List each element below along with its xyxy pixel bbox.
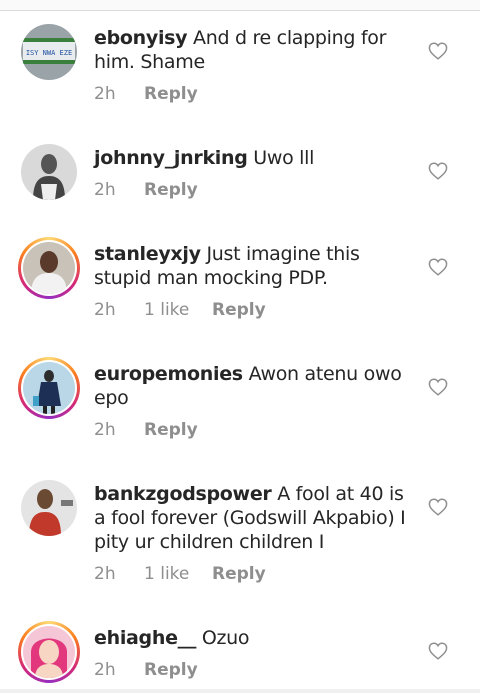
comment-username[interactable]: stanleyxjy — [94, 243, 201, 265]
comment-text: stanleyxjy Just imagine this stupid man … — [94, 242, 412, 290]
comment-meta: 2h Reply — [94, 660, 198, 680]
reply-button[interactable]: Reply — [212, 564, 266, 584]
comment-text: ehiaghe__ Ozuo — [94, 626, 412, 650]
comment-text: ebonyisy And d re clapping for him. Sham… — [94, 26, 412, 74]
avatar[interactable] — [18, 237, 80, 299]
reply-button[interactable]: Reply — [144, 84, 198, 104]
comment-time: 2h — [94, 180, 116, 200]
heart-outline-icon[interactable] — [428, 642, 448, 660]
heart-outline-icon[interactable] — [428, 162, 448, 180]
heart-outline-icon[interactable] — [428, 258, 448, 276]
comment-meta: 2h Reply — [94, 84, 198, 104]
reply-button[interactable]: Reply — [144, 180, 198, 200]
comment-meta: 2h 1 like Reply — [94, 564, 266, 584]
avatar[interactable] — [21, 480, 77, 536]
avatar[interactable] — [21, 144, 77, 200]
avatar[interactable] — [18, 621, 80, 683]
comment-meta: 2h Reply — [94, 180, 198, 200]
reply-button[interactable]: Reply — [212, 300, 266, 320]
heart-outline-icon[interactable] — [428, 42, 448, 60]
comment-username[interactable]: ebonyisy — [94, 27, 188, 49]
reply-button[interactable]: Reply — [144, 660, 198, 680]
comment-username[interactable]: johnny_jnrking — [94, 147, 248, 169]
comment-text: bankzgodspower A fool at 40 is a fool fo… — [94, 482, 412, 554]
comment-time: 2h — [94, 420, 116, 440]
comment-meta: 2h 1 like Reply — [94, 300, 266, 320]
comment-username[interactable]: bankzgodspower — [94, 483, 272, 505]
comment-body: Uwo lll — [253, 147, 315, 169]
comment-time: 2h — [94, 564, 116, 584]
comment-time: 2h — [94, 660, 116, 680]
reply-button[interactable]: Reply — [144, 420, 198, 440]
comment-username[interactable]: europemonies — [94, 363, 243, 385]
avatar[interactable]: ISY NWA EZE — [21, 24, 77, 80]
comment-meta: 2h Reply — [94, 420, 198, 440]
comment-body: Ozuo — [201, 627, 250, 649]
comment-text: johnny_jnrking Uwo lll — [94, 146, 412, 170]
comment-username[interactable]: ehiaghe__ — [94, 627, 196, 649]
comment-time: 2h — [94, 84, 116, 104]
like-count[interactable]: 1 like — [144, 564, 212, 584]
heart-outline-icon[interactable] — [428, 498, 448, 516]
comment-text: europemonies Awon atenu owo epo — [94, 362, 412, 410]
like-count[interactable]: 1 like — [144, 300, 212, 320]
avatar-plate-text: ISY NWA EZE — [26, 49, 72, 57]
heart-outline-icon[interactable] — [428, 378, 448, 396]
comment-time: 2h — [94, 300, 116, 320]
bottom-divider — [0, 689, 480, 693]
avatar[interactable] — [18, 357, 80, 419]
top-bar — [0, 0, 480, 11]
